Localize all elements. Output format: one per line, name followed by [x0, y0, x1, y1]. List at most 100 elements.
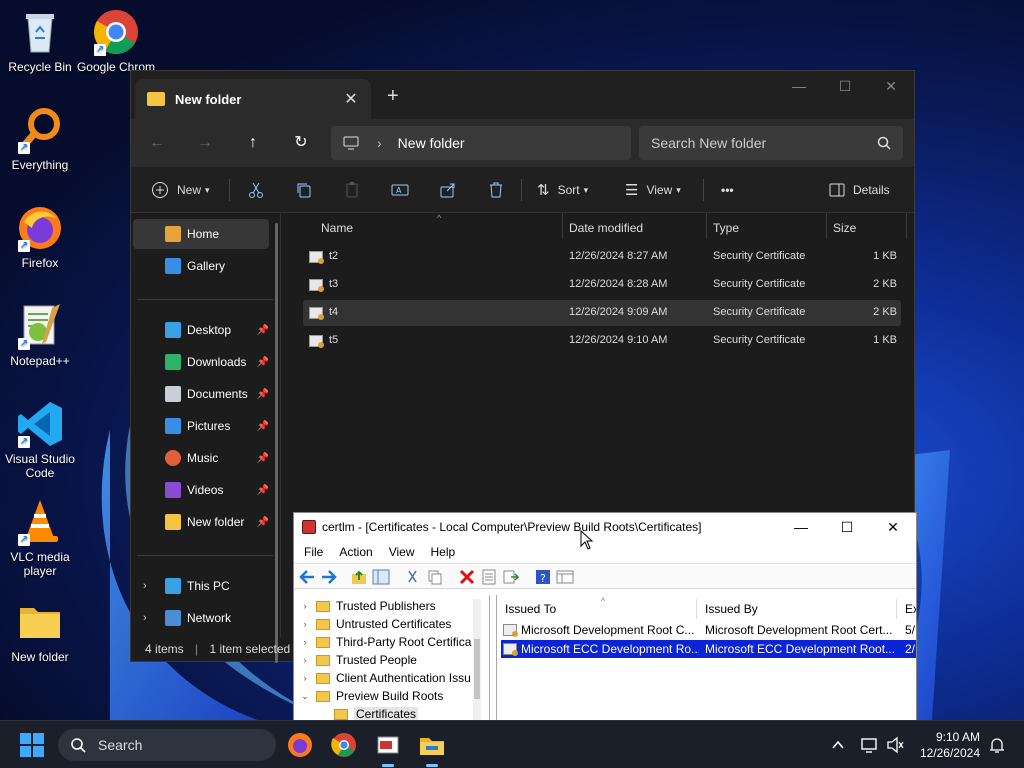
- chevron-right-icon: ›: [303, 619, 307, 629]
- taskbar-search[interactable]: Search: [58, 729, 276, 761]
- sidebar-item-videos[interactable]: Videos 📌: [133, 475, 269, 505]
- certificate-icon: [503, 624, 518, 637]
- close-window-button[interactable]: ✕: [870, 513, 916, 541]
- copy-button[interactable]: [295, 175, 313, 205]
- tree-scrollbar[interactable]: [473, 599, 481, 721]
- back-arrow-icon[interactable]: [298, 568, 316, 586]
- maximize-button[interactable]: ☐: [822, 71, 868, 101]
- column-header-type[interactable]: Type: [713, 217, 739, 239]
- tree-node-expanded[interactable]: ⌄ Preview Build Roots: [298, 687, 443, 705]
- sidebar-item-pictures[interactable]: Pictures 📌: [133, 411, 269, 441]
- sidebar-item-label: Gallery: [187, 259, 226, 273]
- desktop-icon-google-chrome[interactable]: ↗ Google Chrom: [76, 8, 156, 74]
- explorer-titlebar: New folder ✕ + — ☐ ✕: [131, 71, 914, 119]
- refresh-button[interactable]: ↻: [289, 131, 313, 155]
- minimize-button[interactable]: —: [778, 513, 824, 541]
- show-hidden-icons-button[interactable]: [830, 729, 846, 764]
- notifications-button[interactable]: [988, 729, 1006, 764]
- sidebar-item-gallery[interactable]: Gallery: [133, 251, 269, 281]
- menu-view[interactable]: View: [389, 545, 415, 559]
- more-options-button[interactable]: •••: [721, 175, 734, 205]
- column-header-date[interactable]: Date modified: [569, 217, 643, 239]
- sidebar-item-new-folder[interactable]: New folder 📌: [133, 507, 269, 537]
- sidebar-item-music[interactable]: Music 📌: [133, 443, 269, 473]
- certificate-file-icon: [309, 307, 324, 320]
- paste-button[interactable]: [343, 175, 361, 205]
- sort-button[interactable]: ⇅ Sort ▾: [537, 175, 588, 205]
- export-list-icon[interactable]: [502, 568, 520, 586]
- network-icon: [165, 610, 181, 626]
- volume-control[interactable]: [886, 729, 904, 764]
- maximize-button[interactable]: ☐: [824, 513, 870, 541]
- rename-button[interactable]: A: [391, 175, 409, 205]
- share-button[interactable]: [439, 175, 457, 205]
- tab-close-icon[interactable]: ✕: [339, 89, 363, 109]
- desktop-icon: [165, 322, 181, 338]
- desktop-icon-vscode[interactable]: ↗ Visual Studio Code: [0, 400, 80, 480]
- address-bar[interactable]: › New folder: [331, 126, 631, 160]
- start-button[interactable]: [20, 733, 44, 757]
- file-row[interactable]: t2 12/26/2024 8:27 AM Security Certifica…: [303, 244, 901, 270]
- breadcrumb-current[interactable]: New folder: [398, 135, 465, 151]
- sidebar-item-network[interactable]: › Network: [133, 603, 269, 633]
- cut-icon[interactable]: [404, 568, 422, 586]
- sidebar-item-downloads[interactable]: Downloads 📌: [133, 347, 269, 377]
- back-button[interactable]: ←: [145, 131, 169, 155]
- minimize-button[interactable]: —: [776, 71, 822, 101]
- file-row[interactable]: t3 12/26/2024 8:28 AM Security Certifica…: [303, 272, 901, 298]
- properties-icon[interactable]: [480, 568, 498, 586]
- up-folder-icon[interactable]: [350, 568, 368, 586]
- sidebar-item-desktop[interactable]: Desktop 📌: [133, 315, 269, 345]
- view-button[interactable]: ☰ View ▾: [625, 175, 681, 205]
- tree-node[interactable]: › Trusted People: [298, 651, 417, 669]
- desktop-icon-firefox[interactable]: ↗ Firefox: [0, 204, 80, 270]
- delete-x-icon[interactable]: [458, 568, 476, 586]
- details-pane-button[interactable]: Details: [829, 175, 890, 205]
- file-row[interactable]: t5 12/26/2024 9:10 AM Security Certifica…: [303, 328, 901, 354]
- column-header-issued-by[interactable]: Issued By: [697, 599, 897, 619]
- sidebar-item-home[interactable]: Home: [133, 219, 269, 249]
- help-icon[interactable]: ?: [534, 568, 552, 586]
- close-window-button[interactable]: ✕: [868, 71, 914, 101]
- tree-node[interactable]: › Client Authentication Issu: [298, 669, 471, 687]
- show-tree-icon[interactable]: [372, 568, 390, 586]
- new-button[interactable]: New ▾: [151, 175, 210, 205]
- certificate-row[interactable]: Microsoft Development Root C... Microsof…: [501, 621, 916, 639]
- cut-button[interactable]: [247, 175, 265, 205]
- menu-file[interactable]: File: [304, 545, 323, 559]
- taskbar-chrome[interactable]: [328, 729, 360, 761]
- copy-icon[interactable]: [426, 568, 444, 586]
- taskbar-certlm[interactable]: [372, 729, 404, 767]
- sidebar-item-documents[interactable]: Documents 📌: [133, 379, 269, 409]
- taskbar-firefox[interactable]: [284, 729, 316, 761]
- system-clock[interactable]: 9:10 AM 12/26/2024: [920, 729, 980, 761]
- column-header-expiration[interactable]: Ex: [897, 599, 916, 619]
- taskbar-file-explorer[interactable]: [416, 729, 448, 767]
- tree-node[interactable]: › Trusted Publishers: [298, 597, 436, 615]
- forward-arrow-icon[interactable]: [320, 568, 338, 586]
- delete-button[interactable]: [487, 175, 505, 205]
- explorer-tab[interactable]: New folder ✕: [135, 79, 371, 119]
- menu-action[interactable]: Action: [339, 545, 372, 559]
- show-action-pane-icon[interactable]: [556, 568, 574, 586]
- forward-button[interactable]: →: [193, 131, 217, 155]
- new-tab-button[interactable]: +: [387, 85, 399, 108]
- desktop-icon-everything[interactable]: ↗ Everything: [0, 106, 80, 172]
- column-header-name[interactable]: Name: [321, 217, 353, 239]
- file-row-selected[interactable]: t4 12/26/2024 9:09 AM Security Certifica…: [303, 300, 901, 326]
- desktop-icon-recycle-bin[interactable]: Recycle Bin: [0, 8, 80, 74]
- sidebar-scrollbar[interactable]: [275, 223, 278, 663]
- network-status[interactable]: [860, 729, 878, 764]
- desktop-icon-vlc[interactable]: ↗ VLC media player: [0, 498, 80, 578]
- search-input[interactable]: Search New folder: [639, 126, 903, 160]
- sidebar-item-this-pc[interactable]: › This PC: [133, 571, 269, 601]
- desktop-icon-notepad-plus-plus[interactable]: ↗ Notepad++: [0, 302, 80, 368]
- up-button[interactable]: ↑: [241, 131, 265, 155]
- tree-node[interactable]: › Untrusted Certificates: [298, 615, 452, 633]
- tree-node[interactable]: › Third-Party Root Certifica: [298, 633, 472, 651]
- menu-help[interactable]: Help: [431, 545, 456, 559]
- pin-icon: 📌: [256, 484, 269, 496]
- desktop-icon-new-folder[interactable]: New folder: [0, 598, 80, 664]
- certificate-row-selected[interactable]: Microsoft ECC Development Ro... Microsof…: [501, 640, 916, 658]
- column-header-size[interactable]: Size: [833, 217, 856, 239]
